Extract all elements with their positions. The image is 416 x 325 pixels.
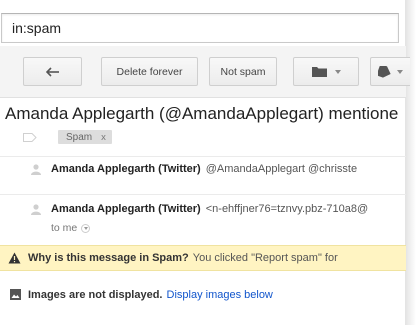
avatar-icon: [31, 164, 41, 175]
images-hidden-text: Images are not displayed. Display images …: [28, 289, 273, 301]
display-images-link[interactable]: Display images below: [167, 289, 273, 301]
message-snippet: @AmandaApplegart @chrisste: [205, 163, 358, 175]
message-expanded: Amanda Applegarth (Twitter) <n-ehffjner76…: [0, 195, 406, 245]
spam-warning-banner: Why is this message in Spam? You clicked …: [0, 245, 406, 271]
search-input[interactable]: [1, 13, 399, 43]
recipients-text: to me: [51, 222, 78, 234]
spam-label-chip: Spam x: [58, 130, 112, 144]
spam-label-text: Spam: [66, 131, 93, 143]
important-marker-icon[interactable]: [23, 132, 37, 142]
delete-forever-button[interactable]: Delete forever: [101, 57, 198, 86]
sender-name: Amanda Applegarth (Twitter): [51, 203, 201, 215]
labels-button[interactable]: [370, 57, 410, 86]
remove-label-button[interactable]: x: [101, 132, 106, 143]
back-button[interactable]: [23, 57, 82, 86]
label-tag-icon: [378, 65, 391, 78]
back-arrow-icon: [45, 66, 59, 77]
spam-warning-detail: You clicked "Report spam" for: [192, 252, 338, 264]
avatar-icon: [31, 204, 41, 215]
images-hidden-title: Images are not displayed.: [28, 289, 163, 301]
sender-name: Amanda Applegarth (Twitter): [51, 163, 201, 175]
email-subject: Amanda Applegarth (@AmandaApplegart) men…: [5, 104, 399, 123]
move-to-button[interactable]: [293, 57, 359, 86]
folder-icon: [311, 67, 327, 77]
chevron-down-icon: [334, 69, 341, 74]
label-row: Spam x: [23, 128, 112, 146]
message-sender: Amanda Applegarth (Twitter) <n-ehffjner76…: [51, 203, 368, 215]
warning-icon: [8, 252, 21, 264]
images-hidden-notice: Images are not displayed. Display images …: [0, 285, 406, 307]
image-icon: [10, 289, 21, 300]
message-sender: Amanda Applegarth (Twitter) @AmandaAppleg…: [51, 163, 357, 175]
spam-warning-text: Why is this message in Spam? You clicked …: [28, 252, 338, 264]
recipients-toggle[interactable]: to me: [51, 222, 91, 234]
not-spam-button[interactable]: Not spam: [209, 57, 277, 86]
chevron-down-icon: [397, 69, 403, 74]
pane-edge-shadow: [406, 0, 416, 325]
chevron-down-icon: [81, 223, 91, 233]
sender-email: <n-ehffjner76=tznvy.pbz-710a8@: [205, 203, 369, 215]
spam-warning-title: Why is this message in Spam?: [28, 252, 189, 264]
search-bar: [0, 0, 406, 46]
toolbar: Delete forever Not spam: [0, 46, 410, 98]
message-collapsed[interactable]: Amanda Applegarth (Twitter) @AmandaAppleg…: [0, 157, 406, 192]
